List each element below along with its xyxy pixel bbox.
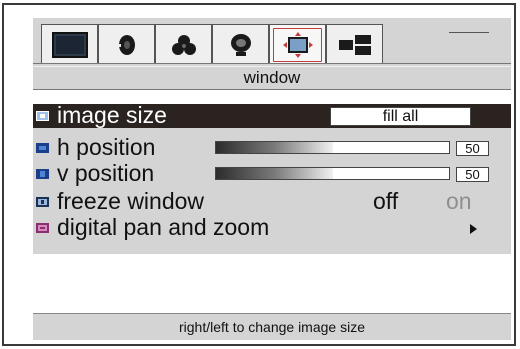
tab-divider (449, 32, 489, 33)
h-position-slider[interactable] (215, 141, 450, 154)
menu-title-bar: window (33, 63, 511, 90)
menu-item-v-position[interactable]: v position 50 (33, 160, 511, 186)
pan-zoom-icon (36, 223, 49, 233)
tab-bar: window (33, 18, 511, 90)
tab-color[interactable] (155, 24, 212, 65)
page-title: window (243, 68, 301, 87)
tab-layout[interactable] (326, 24, 383, 65)
freeze-option-off[interactable]: off (373, 189, 398, 213)
help-bar: right/left to change image size (33, 313, 511, 340)
tab-window[interactable] (269, 24, 326, 65)
image-size-icon (36, 111, 49, 121)
active-tab-highlight (273, 28, 322, 62)
menu-item-label: v position (57, 160, 155, 186)
tab-setup[interactable] (212, 24, 269, 65)
chevron-right-icon[interactable] (470, 224, 477, 234)
menu-item-digital-pan-zoom[interactable]: digital pan and zoom (33, 214, 511, 240)
menu-item-image-size[interactable]: image size fill all (33, 102, 511, 128)
speaker-icon (118, 35, 135, 55)
menu-item-label: h position (57, 134, 156, 160)
multi-window-icon (338, 35, 371, 55)
menu-item-label: freeze window (57, 188, 205, 214)
monitor-screen-icon (51, 32, 88, 58)
image-size-value[interactable]: fill all (330, 107, 471, 126)
tab-audio[interactable] (98, 24, 155, 65)
freeze-icon (36, 197, 49, 207)
satellite-dish-icon (230, 34, 251, 56)
menu-item-label: digital pan and zoom (57, 214, 270, 240)
menu-item-h-position[interactable]: h position 50 (33, 134, 511, 160)
h-position-icon (36, 143, 49, 153)
v-position-slider[interactable] (215, 167, 450, 180)
tab-picture[interactable] (41, 24, 98, 65)
slider-fill (216, 142, 333, 153)
v-position-value: 50 (456, 167, 489, 182)
menu-item-freeze-window[interactable]: freeze window off on (33, 188, 511, 214)
slider-fill (216, 168, 333, 179)
h-position-value: 50 (456, 141, 489, 156)
color-circles-icon (171, 35, 196, 55)
help-text: right/left to change image size (179, 319, 365, 335)
menu-panel: image size fill all h position 50 v posi… (33, 102, 511, 254)
freeze-option-on[interactable]: on (446, 189, 472, 213)
v-position-icon (36, 169, 49, 179)
menu-item-label: image size (57, 102, 167, 128)
